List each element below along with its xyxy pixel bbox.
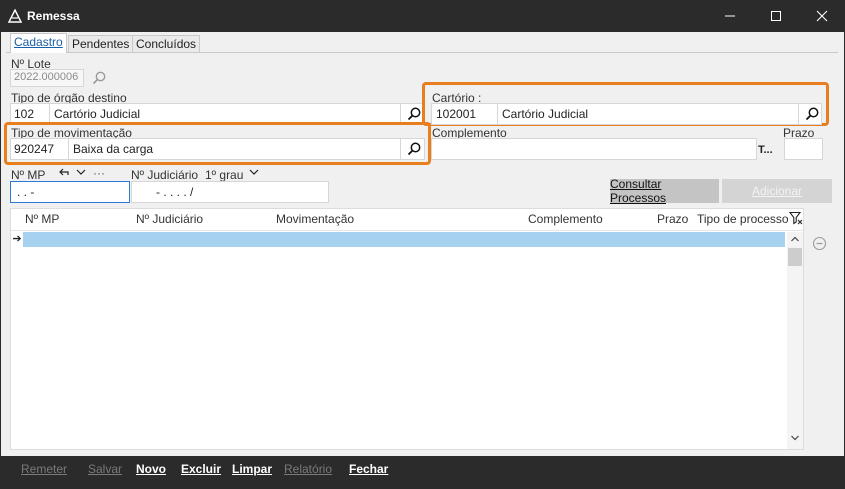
tab-concluidos[interactable]: Concluídos (132, 35, 201, 52)
tab-pendentes[interactable]: Pendentes (68, 35, 134, 52)
close-icon (816, 10, 828, 22)
bottom-action-bar (0, 456, 845, 489)
maximize-icon (771, 11, 781, 21)
tab-cadastro[interactable]: Cadastro (10, 33, 67, 53)
scroll-down-icon[interactable] (790, 434, 800, 442)
lote-field: 2022.000006 (10, 69, 84, 87)
movimentacao-separator-2 (400, 139, 401, 159)
cartorio-name: Cartório Judicial (502, 107, 589, 121)
complemento-field[interactable] (431, 138, 757, 160)
remove-row-icon[interactable] (812, 236, 827, 251)
maximize-button[interactable] (753, 0, 799, 32)
limpar-button[interactable]: Limpar (232, 462, 272, 476)
adicionar-button[interactable]: Adicionar (722, 179, 832, 203)
cartorio-search-icon[interactable] (804, 106, 820, 122)
grau-chevron-down-icon[interactable] (249, 168, 259, 176)
orgao-separator (49, 104, 50, 124)
undo-icon[interactable] (58, 167, 70, 177)
excluir-button[interactable]: Excluir (181, 462, 221, 476)
remeter-button[interactable]: Remeter (21, 462, 67, 476)
lote-search-icon[interactable] (91, 70, 107, 86)
column-header-movimentacao[interactable]: Movimentação (276, 212, 354, 226)
fechar-button[interactable]: Fechar (349, 462, 388, 476)
column-header-complemento[interactable]: Complemento (528, 212, 603, 226)
scrollbar-thumb[interactable] (788, 248, 802, 266)
grau-select[interactable]: 1º grau (205, 168, 243, 182)
column-header-tipo-processo[interactable]: Tipo de processo (697, 212, 789, 226)
cartorio-separator-2 (798, 104, 799, 124)
movimentacao-separator (68, 139, 69, 159)
movimentacao-search-icon[interactable] (406, 141, 422, 157)
column-header-mp[interactable]: Nº MP (25, 212, 59, 226)
salvar-button[interactable]: Salvar (88, 462, 122, 476)
novo-button[interactable]: Novo (136, 462, 166, 476)
orgao-search-icon[interactable] (406, 106, 422, 122)
cartorio-code: 102001 (436, 107, 477, 121)
relatorio-button[interactable]: Relatório (284, 462, 332, 476)
judiciario-label: Nº Judiciário (131, 168, 199, 182)
table-row[interactable] (23, 232, 785, 247)
orgao-code: 102 (14, 107, 35, 121)
window-title: Remessa (27, 9, 80, 23)
cartorio-field[interactable] (431, 103, 822, 125)
prazo-field[interactable] (784, 138, 823, 160)
current-row-indicator: ➔ (12, 233, 22, 245)
movimentacao-code: 920247 (14, 142, 55, 156)
app-logo-icon (8, 9, 22, 23)
filter-clear-icon[interactable] (789, 211, 803, 226)
orgao-name: Cartório Judicial (54, 107, 141, 121)
consultar-processos-button[interactable]: Consultar Processos (610, 177, 719, 205)
orgao-separator-2 (400, 104, 401, 124)
movimentacao-name: Baixa da carga (73, 142, 154, 156)
mp-chevron-down-icon[interactable] (76, 168, 86, 176)
tab-divider (6, 52, 838, 53)
scroll-up-icon[interactable] (790, 235, 800, 243)
cartorio-separator (497, 104, 498, 124)
mp-input[interactable]: . . - (10, 181, 130, 203)
mp-label: Nº MP (11, 168, 46, 182)
minimize-icon (725, 15, 735, 17)
judiciario-input[interactable]: - . . . . / (131, 181, 329, 203)
close-button[interactable] (799, 0, 845, 32)
mp-more-button[interactable]: ··· (93, 166, 105, 180)
minimize-button[interactable] (707, 0, 753, 32)
column-header-judiciario[interactable]: Nº Judiciário (136, 212, 203, 226)
column-header-prazo[interactable]: Prazo (657, 212, 688, 226)
complemento-expand-button[interactable]: T... (758, 144, 773, 156)
